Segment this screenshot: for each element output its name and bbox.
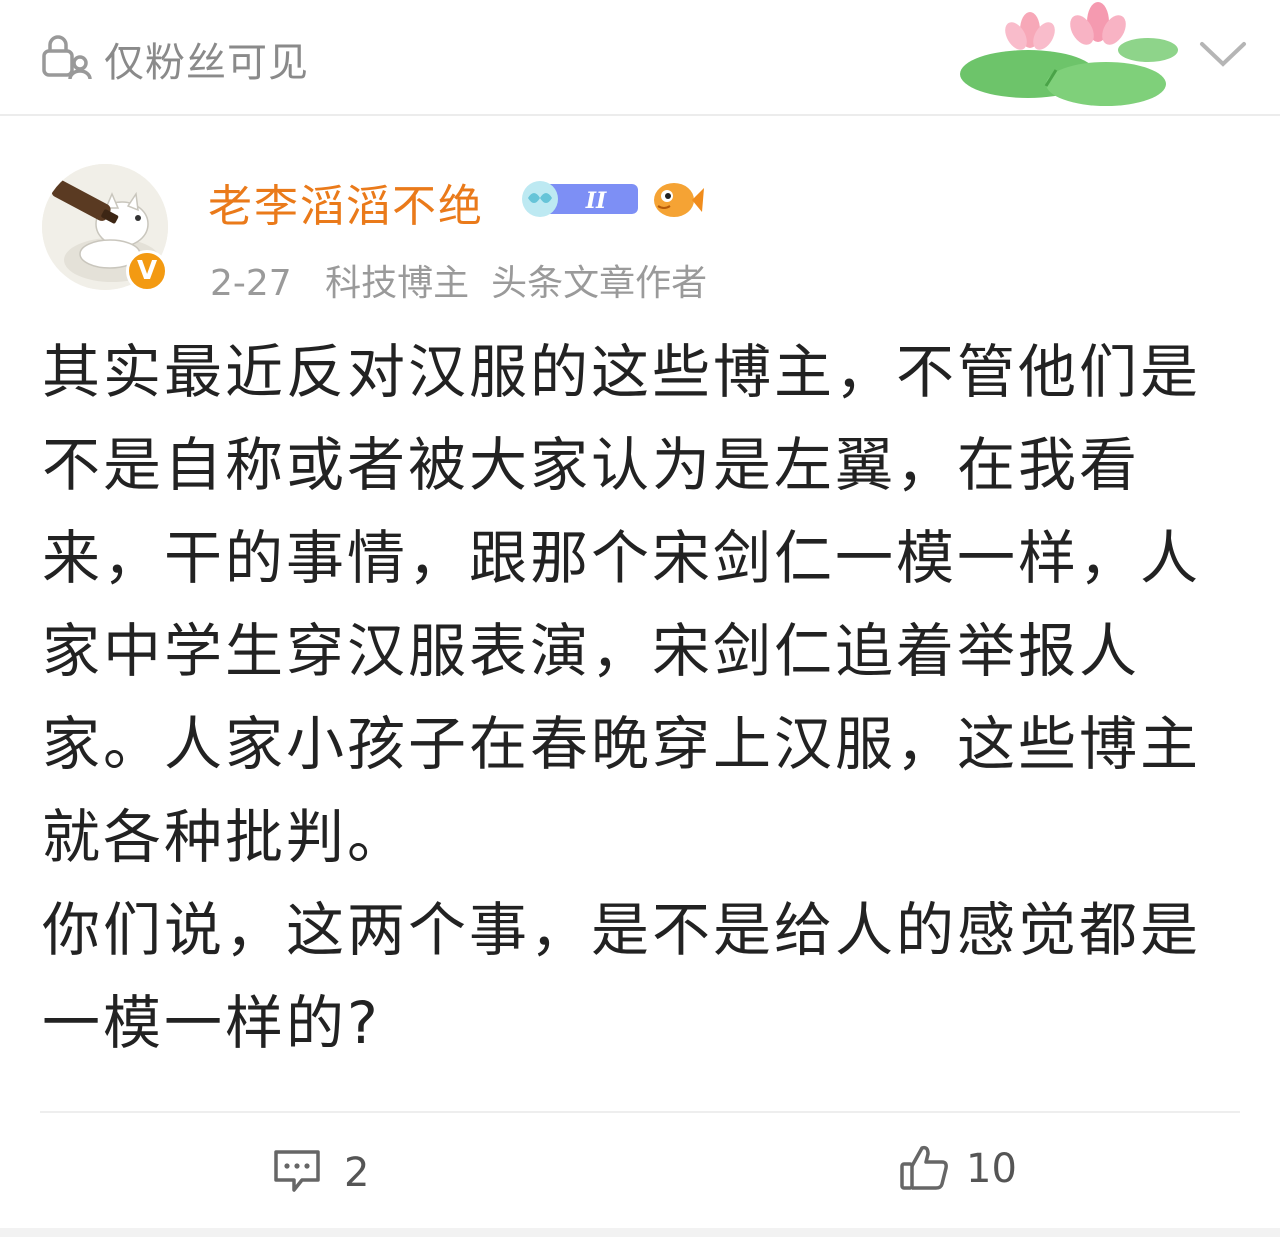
visibility-label: 仅粉丝可见 bbox=[104, 40, 309, 86]
level-badge-text: II bbox=[585, 188, 607, 214]
lotus-decoration bbox=[958, 0, 1188, 116]
comment-count: 2 bbox=[344, 1150, 370, 1196]
author-name[interactable]: 老李滔滔不绝 bbox=[208, 170, 484, 234]
level-badge: II bbox=[518, 178, 642, 222]
comment-button[interactable]: 2 bbox=[272, 1148, 369, 1198]
thumbs-up-icon bbox=[898, 1142, 950, 1196]
like-button[interactable]: 10 bbox=[898, 1142, 1017, 1196]
author-tag: 科技博主 bbox=[325, 263, 470, 304]
bottom-strip bbox=[0, 1228, 1280, 1237]
chevron-down-icon[interactable] bbox=[1198, 38, 1248, 72]
like-count: 10 bbox=[966, 1146, 1017, 1192]
comment-icon bbox=[272, 1148, 322, 1198]
post-paragraph: 你们说，这两个事，是不是给人的感觉都是一模一样的? bbox=[42, 896, 1202, 1057]
divider bbox=[40, 1111, 1240, 1113]
post-meta: 2-27 科技博主 头条文章作者 bbox=[210, 254, 729, 306]
fish-badge-icon bbox=[652, 178, 704, 224]
post-content: 其实最近反对汉服的这些博主，不管他们是不是自称或者被大家认为是左翼，在我看来，干… bbox=[42, 326, 1252, 1070]
top-bar: 仅粉丝可见 bbox=[0, 0, 1280, 116]
visibility-indicator: 仅粉丝可见 bbox=[40, 30, 309, 88]
verified-badge: V bbox=[126, 250, 168, 292]
lock-person-icon bbox=[40, 33, 92, 85]
author-tag: 头条文章作者 bbox=[491, 263, 708, 304]
post-date: 2-27 bbox=[210, 263, 292, 304]
post-paragraph: 其实最近反对汉服的这些博主，不管他们是不是自称或者被大家认为是左翼，在我看来，干… bbox=[42, 338, 1202, 871]
